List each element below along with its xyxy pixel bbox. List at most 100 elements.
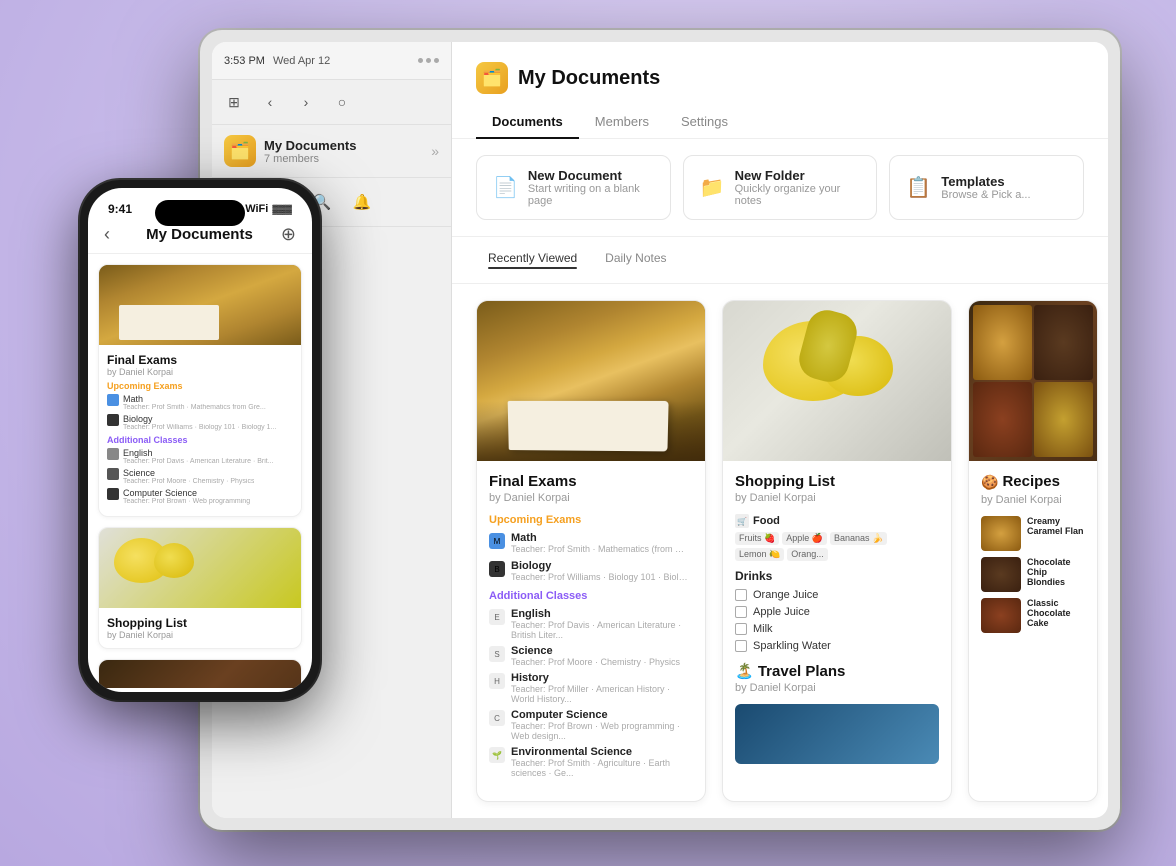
main-title-icon: 🗂️ (476, 62, 508, 94)
battery-icon: ▓▓▓ (272, 204, 292, 214)
sidebar-bell-btn[interactable]: 🔔 (344, 186, 380, 218)
additional-classes-label: Additional Classes (489, 590, 693, 602)
iphone-final-exams-title: Final Exams (107, 353, 293, 367)
shopping-list-author: by Daniel Korpai (735, 492, 939, 504)
travel-preview: 🏝️ Travel Plans by Daniel Korpai (735, 662, 939, 764)
filter-recently-viewed[interactable]: Recently Viewed (476, 247, 589, 273)
drink-aj: Apple Juice (735, 606, 939, 618)
ipad-date: Wed Apr 12 (273, 55, 330, 67)
iphone-final-exams-author: by Daniel Korpai (107, 367, 293, 377)
cs-detail: Teacher: Prof Brown · Web programming · … (511, 721, 693, 741)
nav-back-icon[interactable]: ‹ (256, 88, 284, 116)
iphone-more-button[interactable]: ⊕ (281, 224, 296, 245)
iphone-screen: 9:41 ▲▲▲ WiFi ▓▓▓ ‹ My Documents ⊕ (88, 188, 312, 692)
titlebar-dots (418, 58, 439, 63)
upcoming-exams-label: Upcoming Exams (489, 514, 693, 526)
food-label: Food (753, 515, 780, 527)
workspace-chevron-icon: » (431, 143, 439, 159)
recipe-blondies: Chocolate Chip Blondies (981, 557, 1085, 592)
iphone-exam-math: Math Teacher: Prof Smith · Mathematics f… (107, 394, 293, 411)
english-name: English (511, 608, 693, 620)
iphone-class-science: Science Teacher: Prof Moore · Chemistry … (107, 468, 293, 485)
food-tag-orange: Orang... (787, 548, 828, 561)
doc-card-final-exams[interactable]: Final Exams by Daniel Korpai Upcoming Ex… (476, 300, 706, 802)
drinks-label: Drinks (735, 569, 939, 583)
drink-oj-label: Orange Juice (753, 589, 818, 601)
iphone-content[interactable]: Final Exams by Daniel Korpai Upcoming Ex… (88, 254, 312, 688)
templates-info: Templates Browse & Pick a... (941, 174, 1030, 201)
iphone-english-name: English (123, 448, 274, 458)
new-document-icon: 📄 (493, 175, 518, 200)
iphone-math-name: Math (123, 394, 266, 404)
templates-subtitle: Browse & Pick a... (941, 189, 1030, 201)
drink-oj: Orange Juice (735, 589, 939, 601)
history-name: History (511, 672, 693, 684)
filter-daily-notes[interactable]: Daily Notes (593, 247, 678, 273)
new-folder-info: New Folder Quickly organize your notes (735, 168, 861, 207)
main-tabs: Documents Members Settings (476, 106, 1084, 138)
iphone-shopping-body: Shopping List by Daniel Korpai (99, 608, 301, 648)
food-section: 🛒 Food Fruits 🍓 Apple 🍎 Bananas 🍌 Lemon … (735, 514, 939, 561)
travel-author-preview: by Daniel Korpai (735, 682, 939, 694)
final-exams-title: Final Exams (489, 473, 693, 490)
iphone-cs-icon (107, 488, 119, 500)
main-header: 🗂️ My Documents Documents Members Settin… (452, 42, 1108, 139)
iphone-science-name: Science (123, 468, 254, 478)
doc-card-recipes[interactable]: 🍪 Recipes by Daniel Korpai Creamy Carame… (968, 300, 1098, 802)
nav-clock-icon[interactable]: ○ (328, 88, 356, 116)
new-document-info: New Document Start writing on a blank pa… (528, 168, 654, 207)
tab-members[interactable]: Members (579, 106, 665, 139)
additional-section: Additional Classes E English Teacher: Pr… (489, 590, 693, 778)
nav-forward-icon[interactable]: › (292, 88, 320, 116)
class-english-info: English Teacher: Prof Davis · American L… (511, 608, 693, 640)
ipad-main: 🗂️ My Documents Documents Members Settin… (452, 42, 1108, 818)
history-icon: H (489, 673, 505, 689)
dot2 (426, 58, 431, 63)
env-name: Environmental Science (511, 746, 693, 758)
action-cards: 📄 New Document Start writing on a blank … (452, 139, 1108, 237)
iphone-card-recipes[interactable]: 🍪 Recipes by Daniel Korpai (98, 659, 302, 688)
iphone-books-image (99, 265, 301, 345)
drink-sparkling-label: Sparkling Water (753, 640, 831, 652)
recipe-cake-name: Classic Chocolate Cake (1027, 598, 1085, 633)
final-exams-body: Final Exams by Daniel Korpai Upcoming Ex… (477, 461, 705, 801)
class-cs: C Computer Science Teacher: Prof Brown ·… (489, 709, 693, 741)
ipad-time: 3:53 PM (224, 55, 265, 67)
workspace-info: My Documents 7 members (264, 138, 423, 165)
recipe-flan: Creamy Caramel Flan (981, 516, 1085, 551)
iphone-shopping-author: by Daniel Korpai (107, 630, 293, 640)
sidebar-toggle-icon[interactable]: ⊞ (220, 88, 248, 116)
doc-card-shopping-list[interactable]: Shopping List by Daniel Korpai 🛒 Food Fr… (722, 300, 952, 802)
drink-milk-label: Milk (753, 623, 773, 635)
main-title-row: 🗂️ My Documents (476, 62, 1084, 94)
tab-documents[interactable]: Documents (476, 106, 579, 139)
class-env: 🌱 Environmental Science Teacher: Prof Sm… (489, 746, 693, 778)
new-folder-card[interactable]: 📁 New Folder Quickly organize your notes (683, 155, 878, 220)
exam-math-info: Math Teacher: Prof Smith · Mathematics (… (511, 532, 691, 554)
iphone-class-cs: Computer Science Teacher: Prof Brown · W… (107, 488, 293, 505)
iphone-card-final-exams[interactable]: Final Exams by Daniel Korpai Upcoming Ex… (98, 264, 302, 517)
science-icon: S (489, 646, 505, 662)
tab-settings[interactable]: Settings (665, 106, 744, 139)
exam-biology: B Biology Teacher: Prof Williams · Biolo… (489, 560, 693, 582)
recipe-blondies-name: Chocolate Chip Blondies (1027, 557, 1085, 592)
iphone-back-button[interactable]: ‹ (104, 224, 110, 245)
science-detail: Teacher: Prof Moore · Chemistry · Physic… (511, 657, 680, 667)
class-history: H History Teacher: Prof Miller · America… (489, 672, 693, 704)
food-tag-fruits: Fruits 🍓 (735, 532, 779, 545)
recipes-emoji: 🍪 (981, 474, 998, 491)
new-document-card[interactable]: 📄 New Document Start writing on a blank … (476, 155, 671, 220)
drinks-section: Drinks Orange Juice Apple Juice (735, 569, 939, 652)
iphone-science-icon (107, 468, 119, 480)
iphone-biology-icon (107, 414, 119, 426)
wifi-icon: WiFi (245, 203, 268, 215)
ipad-screen: 3:53 PM Wed Apr 12 ⊞ ‹ › ○ 🗂️ My Docu (212, 42, 1108, 818)
iphone-cs-detail: Teacher: Prof Brown · Web programming (123, 498, 250, 505)
iphone-cookies-image (99, 660, 301, 688)
iphone-card-shopping[interactable]: Shopping List by Daniel Korpai (98, 527, 302, 649)
class-cs-info: Computer Science Teacher: Prof Brown · W… (511, 709, 693, 741)
templates-card[interactable]: 📋 Templates Browse & Pick a... (889, 155, 1084, 220)
ipad-device: 3:53 PM Wed Apr 12 ⊞ ‹ › ○ 🗂️ My Docu (200, 30, 1120, 830)
new-folder-subtitle: Quickly organize your notes (735, 183, 861, 207)
workspace-header[interactable]: 🗂️ My Documents 7 members » (212, 125, 451, 178)
